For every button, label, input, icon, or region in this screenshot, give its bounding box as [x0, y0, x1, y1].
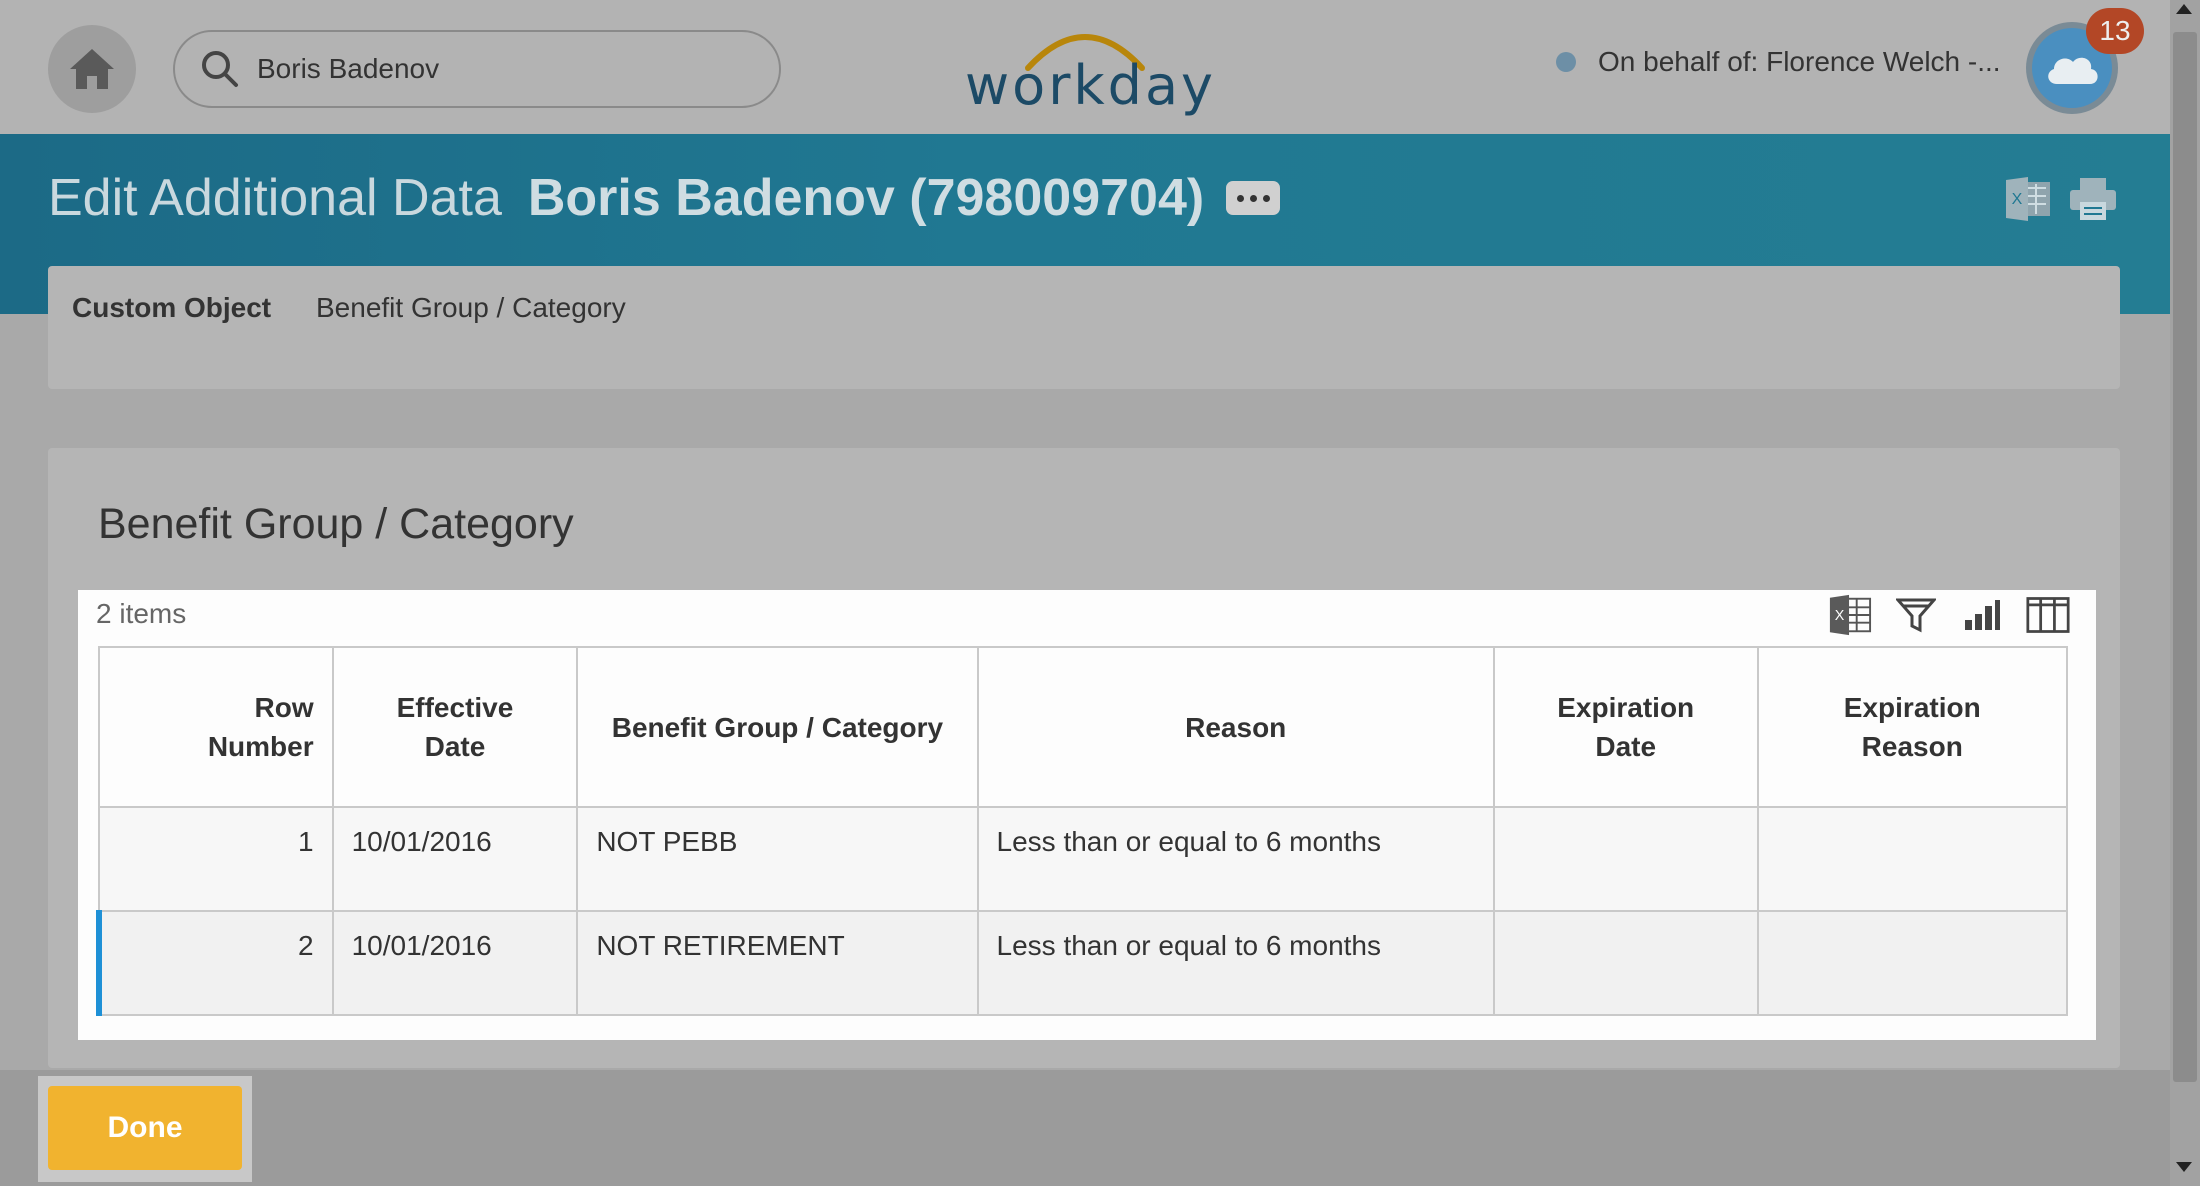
cell-expiration-reason [1756, 806, 2069, 912]
grid-toolbar: X [1828, 590, 2070, 640]
worker-name[interactable]: Boris Badenov (798009704) [528, 168, 1204, 228]
status-dot [1556, 52, 1576, 72]
on-behalf-label: On behalf of: Florence Welch -... [1598, 46, 2001, 77]
column-settings-button[interactable] [2026, 593, 2070, 637]
page-title-row: Edit Additional Data Boris Badenov (7980… [48, 168, 1281, 228]
custom-object-card: Custom Object Benefit Group / Category [48, 266, 2120, 389]
table-header-row: Row Number Effective Date Benefit Group … [98, 646, 2069, 808]
home-button[interactable] [48, 25, 136, 113]
search-icon [199, 48, 241, 90]
cell-expiration-date [1492, 806, 1759, 912]
notification-badge: 13 [2086, 8, 2144, 54]
items-count: 2 items [96, 598, 187, 629]
cell-expiration-reason [1756, 910, 2069, 1016]
cell-row-number: 1 [98, 806, 334, 912]
cell-reason: Less than or equal to 6 months [976, 806, 1495, 912]
cell-row-number: 2 [96, 910, 334, 1016]
print-button[interactable] [2068, 176, 2118, 222]
table-row[interactable]: 2 10/01/2016 NOT RETIREMENT Less than or… [96, 910, 2069, 1016]
bar-chart-icon [1965, 600, 2000, 630]
workday-logo[interactable]: workday [965, 14, 1217, 124]
column-header-expiration-date[interactable]: Expiration Date [1492, 646, 1759, 808]
related-actions-button[interactable] [1226, 181, 1281, 215]
logo-text: workday [965, 54, 1217, 117]
print-icon [2070, 178, 2116, 220]
column-header-benefit-group[interactable]: Benefit Group / Category [576, 646, 979, 808]
table-row[interactable]: 1 10/01/2016 NOT PEBB Less than or equal… [98, 806, 2069, 912]
cell-reason: Less than or equal to 6 months [976, 910, 1495, 1016]
custom-object-label: Custom Object [72, 292, 272, 323]
column-header-expiration-reason[interactable]: Expiration Reason [1756, 646, 2069, 808]
page-title: Edit Additional Data [48, 169, 502, 227]
column-header-effective-date[interactable]: Effective Date [331, 646, 579, 808]
scroll-down-arrow-icon[interactable] [2176, 1162, 2192, 1172]
chart-view-button[interactable] [1960, 593, 2004, 637]
more-dot-icon [1262, 194, 1270, 202]
filter-icon [1896, 598, 1936, 633]
scroll-up-arrow-icon[interactable] [2176, 4, 2192, 14]
cell-expiration-date [1492, 910, 1759, 1016]
benefit-group-card: Benefit Group / Category 2 items X Row N… [48, 448, 2120, 1068]
data-grid-panel: 2 items X Row Number Effective Date Bene… [78, 590, 2096, 1040]
cloud-icon [2048, 57, 2098, 84]
on-behalf-indicator[interactable]: On behalf of: Florence Welch -... [1556, 46, 2001, 78]
svg-text:X: X [1835, 608, 1845, 624]
custom-object-value: Benefit Group / Category [316, 292, 626, 323]
search-box[interactable] [173, 30, 781, 108]
column-header-reason[interactable]: Reason [976, 646, 1495, 808]
cell-effective-date: 10/01/2016 [331, 806, 579, 912]
filter-button[interactable] [1894, 593, 1938, 637]
more-dot-icon [1249, 194, 1257, 202]
more-dot-icon [1236, 194, 1244, 202]
cell-benefit-group: NOT PEBB [576, 806, 979, 912]
excel-icon: X [1829, 594, 1872, 636]
benefit-group-table: Row Number Effective Date Benefit Group … [96, 646, 2069, 1016]
cell-effective-date: 10/01/2016 [331, 910, 579, 1016]
excel-icon: X [2006, 177, 2050, 221]
columns-icon [2026, 597, 2070, 633]
home-icon [70, 49, 114, 89]
export-excel-button[interactable]: X [2004, 176, 2052, 222]
scrollbar-thumb[interactable] [2173, 32, 2197, 1082]
footer-bar [0, 1070, 2170, 1186]
cell-benefit-group: NOT RETIREMENT [576, 910, 979, 1016]
svg-text:X: X [2012, 191, 2023, 208]
section-title: Benefit Group / Category [98, 500, 574, 548]
column-header-row-number[interactable]: Row Number [98, 646, 334, 808]
done-button[interactable]: Done [48, 1086, 242, 1170]
grid-export-excel-button[interactable]: X [1828, 593, 1872, 637]
search-input[interactable] [257, 53, 737, 85]
